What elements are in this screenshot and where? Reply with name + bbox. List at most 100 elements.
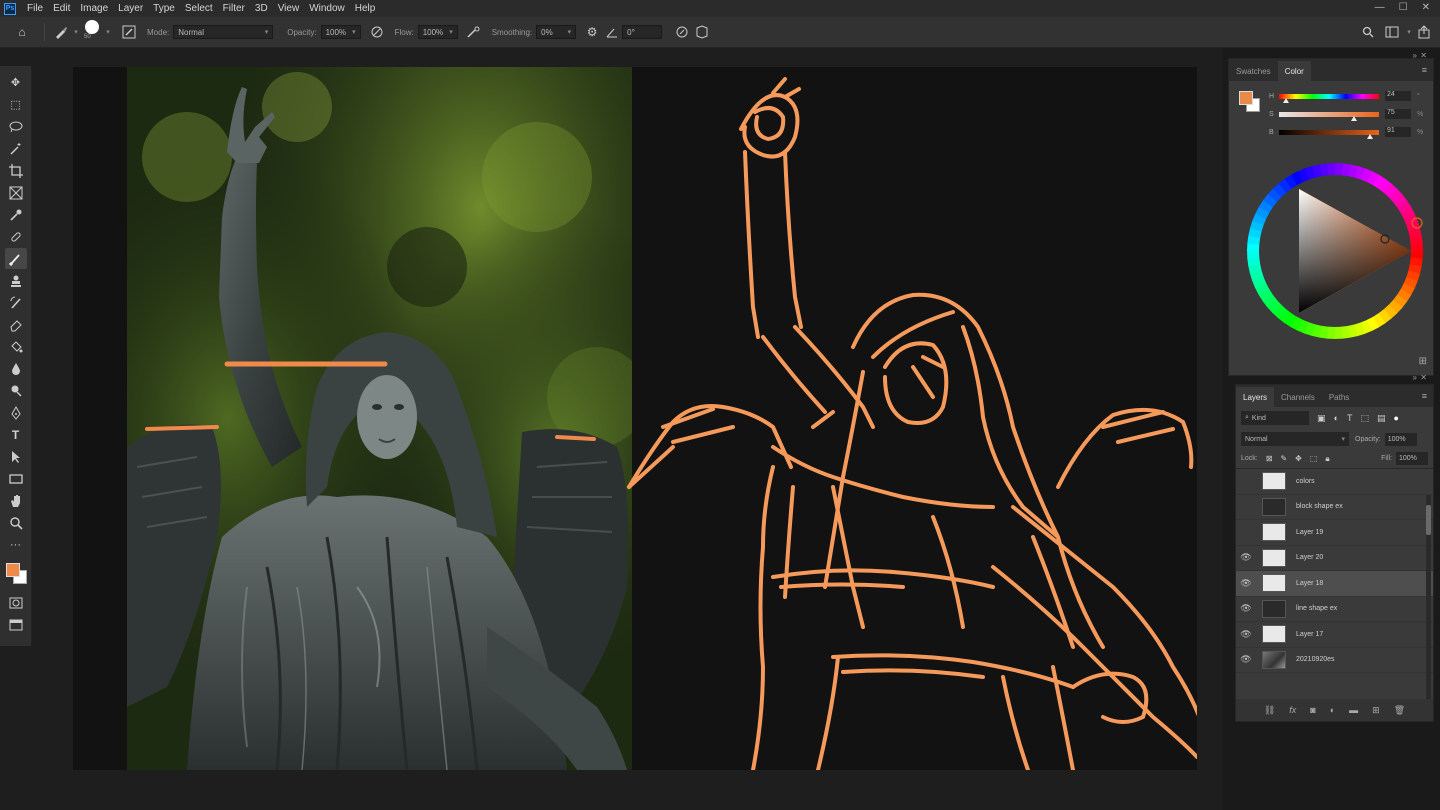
menu-select[interactable]: Select [180,3,218,14]
hue-slider-thumb[interactable] [1283,97,1289,103]
search-icon[interactable] [1358,22,1378,42]
pen-icon[interactable] [5,402,27,423]
path-select-icon[interactable] [5,446,27,467]
saturation-value[interactable]: 75 [1385,109,1411,119]
brush-size-picker[interactable]: 50 [81,20,103,44]
eyedropper-icon[interactable] [5,204,27,225]
blend-mode-select[interactable]: Normal ▾ [1241,432,1349,446]
menu-image[interactable]: Image [75,3,113,14]
brightness-slider-thumb[interactable] [1367,133,1373,139]
layer-row[interactable]: 👁︎ 20210920es [1236,648,1433,673]
lock-transparency-icon[interactable]: ⊠ [1266,454,1273,463]
menu-help[interactable]: Help [350,3,381,14]
shape-filter-icon[interactable]: ⬚ [1360,413,1369,424]
layer-row[interactable]: 👁︎ Layer 17 [1236,622,1433,648]
eye-icon[interactable]: 👁︎ [1236,629,1256,640]
menu-filter[interactable]: Filter [218,3,250,14]
menu-layer[interactable]: Layer [113,3,148,14]
menu-view[interactable]: View [273,3,305,14]
pressure-size-icon[interactable] [672,22,692,42]
layer-row[interactable]: 👁︎ Layer 20 [1236,546,1433,571]
hue-slider[interactable] [1279,93,1379,103]
workspace-icon[interactable] [1382,22,1402,42]
frame-icon[interactable] [5,182,27,203]
chevron-down-icon[interactable]: ▾ [1404,22,1414,42]
marquee-icon[interactable]: ⬚ [5,94,27,115]
layer-row[interactable]: 👁︎ line shape ex [1236,597,1433,622]
lasso-icon[interactable] [5,116,27,137]
layer-row[interactable]: Layer 19 [1236,520,1433,546]
type-filter-icon[interactable]: T [1347,413,1353,423]
fill-field[interactable]: 100% [1396,452,1428,465]
smoothing-field[interactable]: 0% ▾ [536,25,577,39]
history-brush-icon[interactable] [5,292,27,313]
quick-mask-icon[interactable] [5,592,27,613]
home-icon[interactable]: ⌂ [12,22,32,42]
tab-paths[interactable]: Paths [1322,387,1356,407]
lock-all-icon[interactable]: 🔒︎ [1325,454,1329,464]
menu-file[interactable]: File [22,3,48,14]
new-layer-icon[interactable]: ⊞ [1372,705,1380,716]
brush-tool-preset-icon[interactable] [51,22,71,42]
more-icon[interactable]: ··· [5,534,27,555]
lock-position-icon[interactable]: ✥ [1295,454,1302,463]
lock-artboard-icon[interactable]: ⬚ [1310,454,1318,463]
foreground-color-chip[interactable] [1239,91,1253,105]
move-icon[interactable]: ✥ [5,72,27,93]
chevron-down-icon[interactable]: ▾ [71,22,81,42]
filter-toggle-icon[interactable]: ● [1393,413,1398,423]
rectangle-icon[interactable] [5,468,27,489]
saturation-slider-thumb[interactable] [1351,115,1357,121]
add-mask-icon[interactable]: ◙ [1310,705,1315,715]
new-group-icon[interactable]: ▬ [1349,705,1358,715]
brush-angle-icon[interactable] [602,22,622,42]
close-icon[interactable]: ✕ [1420,373,1427,382]
eye-icon[interactable]: 👁︎ [1236,654,1256,665]
layer-row[interactable]: 👁︎ Layer 18 [1236,571,1433,597]
pixel-filter-icon[interactable]: ▣ [1317,413,1326,424]
adjustment-layer-icon[interactable]: ◐ [1330,705,1335,715]
smoothing-options-gear-icon[interactable]: ⚙ [582,22,602,42]
airbrush-icon[interactable] [464,22,484,42]
menu-edit[interactable]: Edit [48,3,75,14]
color-wheel[interactable] [1239,151,1431,351]
brush-settings-icon[interactable] [119,22,139,42]
kind-filter-select[interactable]: ⌕ Kind [1241,411,1309,425]
share-icon[interactable] [1414,22,1434,42]
brush-angle-field[interactable]: 0° [622,25,663,39]
link-layers-icon[interactable]: ⛓ [1264,705,1275,716]
eye-icon[interactable]: 👁︎ [1236,578,1256,589]
minimize-icon[interactable]: — [1375,2,1385,13]
layer-opacity-field[interactable]: 100% [1384,432,1417,446]
menu-window[interactable]: Window [304,3,350,14]
opacity-field[interactable]: 100% ▾ [320,25,361,39]
menu-type[interactable]: Type [148,3,180,14]
tab-layers[interactable]: Layers [1236,387,1275,407]
layer-row[interactable]: colors [1236,469,1433,495]
expand-icon[interactable]: ⊞ [1419,356,1427,367]
maximize-icon[interactable]: ☐ [1399,2,1408,13]
scrollbar-thumb[interactable] [1426,505,1431,535]
fx-icon[interactable]: fx [1289,705,1296,715]
document-canvas[interactable] [73,67,1197,770]
chevron-down-icon[interactable]: ▾ [103,22,113,42]
close-window-icon[interactable]: ✕ [1422,2,1430,13]
delete-layer-icon[interactable]: 🗑︎ [1394,705,1405,716]
lock-pixels-icon[interactable]: ✎ [1280,454,1287,463]
healing-icon[interactable] [5,226,27,247]
tab-channels[interactable]: Channels [1274,387,1322,407]
hand-icon[interactable] [5,490,27,511]
canvas-area[interactable] [33,48,1223,810]
pressure-opacity-icon[interactable] [367,22,387,42]
brightness-value[interactable]: 91 [1385,127,1411,137]
eraser-icon[interactable] [5,314,27,335]
crop-icon[interactable] [5,160,27,181]
collapse-icon[interactable]: » [1413,373,1417,382]
blur-icon[interactable] [5,358,27,379]
tab-swatches[interactable]: Swatches [1229,61,1278,81]
smart-object-filter-icon[interactable]: ▤ [1377,413,1386,424]
hue-value[interactable]: 24 [1385,91,1411,101]
foreground-color-swatch[interactable] [5,563,20,577]
eye-icon[interactable]: 👁︎ [1236,552,1256,563]
brightness-slider[interactable] [1279,129,1379,139]
